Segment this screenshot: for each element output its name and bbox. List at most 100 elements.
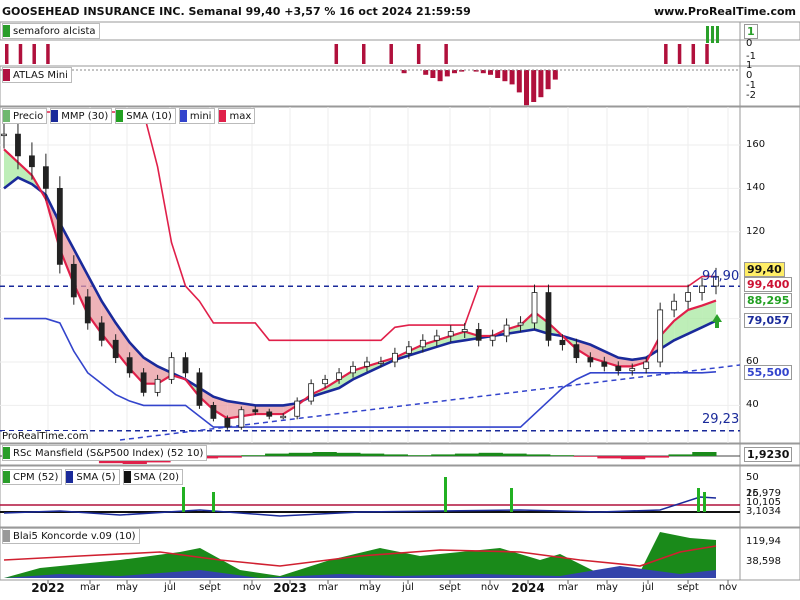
- legend-label: Precio: [13, 110, 44, 122]
- candle-body: [29, 155, 35, 168]
- atlas-bar: [430, 70, 436, 78]
- cpm-bar: [444, 477, 447, 512]
- semaforo-red-bar: [5, 44, 9, 64]
- rsc-area: [692, 452, 717, 456]
- candle-body: [587, 357, 594, 363]
- candle-body: [559, 339, 566, 346]
- semaforo-red-bar: [705, 44, 709, 64]
- price-legend-item[interactable]: max: [218, 108, 256, 124]
- semaforo-red-bar: [664, 44, 668, 64]
- legend-label: SMA (10): [126, 110, 172, 122]
- site-link[interactable]: www.ProRealTime.com: [654, 5, 796, 18]
- candle-body: [238, 409, 245, 428]
- semaforo-red-bar: [444, 44, 448, 64]
- x-tick-label: sept: [677, 582, 699, 593]
- watermark: ProRealTime.com: [2, 431, 89, 442]
- legend-swatch: [3, 447, 10, 459]
- legend-swatch: [66, 471, 74, 483]
- x-tick-label: mar: [558, 582, 578, 593]
- legend-swatch: [3, 471, 10, 483]
- koncorde-legend-item[interactable]: Blai5 Koncorde v.09 (10): [2, 528, 140, 544]
- price-legend-item[interactable]: Precio: [2, 108, 48, 124]
- candle-body: [210, 404, 217, 419]
- x-tick-label: jul: [642, 582, 654, 593]
- legend-label: RSc Mansfield (S&P500 Index) (52 10): [13, 447, 204, 459]
- candle-body: [168, 357, 175, 380]
- rsc-area: [502, 453, 527, 456]
- semaforo-red-bar: [362, 44, 366, 64]
- candle-body: [545, 292, 552, 341]
- semaforo-legend: semaforo alcista: [2, 23, 100, 39]
- legend-swatch: [3, 69, 10, 81]
- legend-swatch: [3, 110, 10, 122]
- cpm-legend-item[interactable]: SMA (5): [65, 469, 120, 485]
- cpm-bar: [697, 488, 700, 512]
- semaforo-red-bar: [677, 44, 682, 64]
- atlas-bar: [437, 70, 443, 82]
- legend-label: MMP (30): [61, 110, 109, 122]
- legend-label: Blai5 Koncorde v.09 (10): [13, 530, 136, 542]
- candle-body: [685, 292, 691, 302]
- candle-body: [1, 133, 7, 137]
- price-value-tag: 55,500: [744, 365, 793, 380]
- x-tick-label: may: [596, 582, 618, 593]
- semaforo-red-bar: [18, 44, 23, 64]
- semaforo-tick: 0: [746, 38, 753, 49]
- rsc-area: [360, 453, 385, 456]
- price-legend-item[interactable]: mini: [178, 108, 216, 124]
- price-tick: 40: [746, 399, 759, 411]
- semaforo-legend-item[interactable]: semaforo alcista: [2, 23, 100, 39]
- cpm-value: 3,1034: [746, 506, 781, 517]
- cpm-legend-item[interactable]: CPM (52): [2, 469, 63, 485]
- candle-body: [364, 361, 370, 367]
- price-legend: Precio MMP (30) SMA (10) mini max: [2, 108, 256, 124]
- atlas-bar: [502, 70, 508, 82]
- candle-body: [280, 415, 287, 419]
- candle-body: [56, 187, 63, 265]
- rsc-area: [573, 456, 598, 457]
- x-tick-label: 2023: [273, 581, 307, 595]
- semaforo-value: 1: [744, 24, 758, 39]
- x-tick-label: jul: [164, 582, 176, 593]
- legend-swatch: [179, 110, 187, 122]
- rsc-area: [265, 453, 290, 456]
- legend-swatch: [3, 530, 10, 542]
- legend-label: CPM (52): [13, 471, 59, 483]
- atlas-legend-item[interactable]: ATLAS Mini: [2, 67, 72, 83]
- panel-frame-0: [0, 21, 800, 41]
- semaforo-red-bar: [691, 44, 696, 64]
- series-line-sma: [3, 148, 717, 420]
- rsc-area: [383, 454, 408, 456]
- rsc-legend-item[interactable]: RSc Mansfield (S&P500 Index) (52 10): [2, 445, 208, 461]
- koncorde-value: 119,94: [746, 536, 781, 547]
- candle-body: [294, 400, 301, 417]
- price-value-tag: 99,40: [744, 262, 785, 277]
- x-tick-label: nov: [718, 582, 738, 593]
- candle-body: [322, 378, 328, 385]
- rsc-area: [478, 452, 503, 456]
- rsc-area: [431, 454, 456, 456]
- legend-label: semaforo alcista: [13, 25, 96, 37]
- semaforo-green-bar: [711, 26, 714, 43]
- rsc-area: [288, 452, 314, 456]
- candle-body: [378, 361, 384, 364]
- price-legend-item[interactable]: MMP (30): [50, 108, 113, 124]
- chart-title: GOOSEHEAD INSURANCE INC. Semanal 99,40 +…: [2, 5, 471, 18]
- legend-swatch: [219, 110, 227, 122]
- semaforo-red-bar: [334, 44, 339, 64]
- x-tick-label: jul: [402, 582, 414, 593]
- rsc-area: [336, 452, 361, 456]
- price-legend-item[interactable]: SMA (10): [115, 108, 176, 124]
- atlas-bar: [545, 70, 551, 90]
- rsc-area: [526, 454, 551, 456]
- x-tick-label: nov: [242, 582, 262, 593]
- panel-frame-1: [0, 65, 800, 107]
- price-value-tag: 88,295: [744, 293, 793, 308]
- cpm-legend-item[interactable]: SMA (20): [122, 469, 184, 485]
- x-tick-label: nov: [480, 582, 500, 593]
- price-value-tag: 99,400: [744, 277, 793, 292]
- x-tick-label: 2022: [31, 581, 65, 595]
- rsc-area: [241, 455, 266, 456]
- cpm-bar: [182, 487, 185, 512]
- candle-body: [196, 372, 203, 406]
